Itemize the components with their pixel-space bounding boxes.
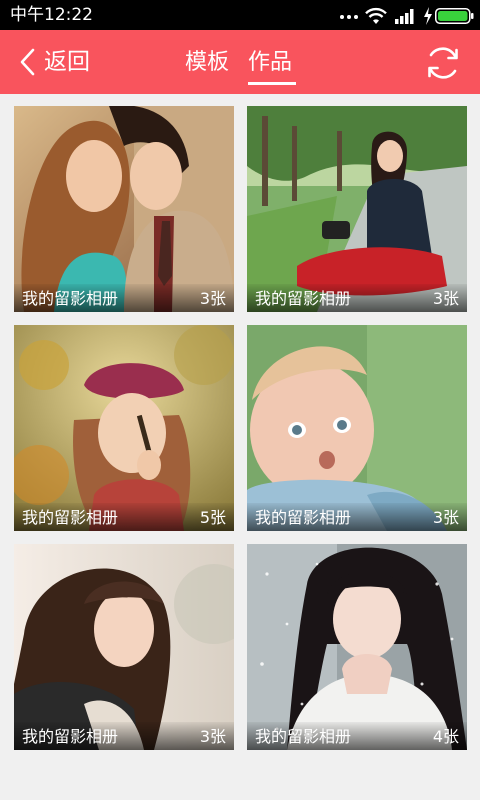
charging-bolt-icon <box>424 7 432 25</box>
album-photo-count: 5张 <box>199 508 226 527</box>
refresh-icon[interactable] <box>422 42 464 84</box>
album-photo-count: 3张 <box>199 289 226 308</box>
album-caption: 我的留影相册 4张 <box>247 722 467 750</box>
album-name: 我的留影相册 <box>255 727 352 746</box>
wifi-icon <box>365 7 387 24</box>
album-card[interactable]: 我的留影相册 3张 <box>14 106 234 312</box>
selected-tab-indicator <box>248 82 296 85</box>
tab-templates[interactable]: 模板 <box>185 48 229 78</box>
more-dots-icon <box>340 15 358 19</box>
status-bar: 中午12:22 <box>0 0 480 30</box>
album-caption: 我的留影相册 3张 <box>247 284 467 312</box>
baby-photo <box>247 325 467 531</box>
woman-in-park-photo <box>247 106 467 312</box>
album-card[interactable]: 我的留影相册 4张 <box>247 544 467 750</box>
album-name: 我的留影相册 <box>22 727 119 746</box>
back-label: 返回 <box>44 49 90 75</box>
battery-icon <box>435 8 474 24</box>
album-name: 我的留影相册 <box>255 508 352 527</box>
couple-photo <box>14 106 234 312</box>
album-photo-count: 3张 <box>432 508 459 527</box>
tab-works[interactable]: 作品 <box>248 48 292 78</box>
back-button[interactable]: 返回 <box>14 44 104 80</box>
album-photo-count: 4张 <box>432 727 459 746</box>
album-caption: 我的留影相册 3张 <box>14 722 234 750</box>
album-caption: 我的留影相册 3张 <box>247 503 467 531</box>
status-time: 中午12:22 <box>10 5 93 25</box>
album-name: 我的留影相册 <box>22 508 119 527</box>
chevron-left-icon <box>20 48 35 76</box>
album-photo-count: 3张 <box>432 289 459 308</box>
album-caption: 我的留影相册 3张 <box>14 284 234 312</box>
album-card[interactable]: 我的留影相册 3张 <box>247 325 467 531</box>
album-card[interactable]: 我的留影相册 3张 <box>247 106 467 312</box>
album-photo-count: 3张 <box>199 727 226 746</box>
album-name: 我的留影相册 <box>255 289 352 308</box>
album-card[interactable]: 我的留影相册 5张 <box>14 325 234 531</box>
girl-in-beret-photo <box>14 325 234 531</box>
battery-fill <box>438 11 468 21</box>
album-card[interactable]: 我的留影相册 3张 <box>14 544 234 750</box>
woman-portrait-photo <box>14 544 234 750</box>
signal-icon <box>395 9 414 24</box>
album-caption: 我的留影相册 5张 <box>14 503 234 531</box>
woman-in-snow-photo <box>247 544 467 750</box>
album-name: 我的留影相册 <box>22 289 119 308</box>
title-bar: 返回 模板 作品 <box>0 30 480 94</box>
